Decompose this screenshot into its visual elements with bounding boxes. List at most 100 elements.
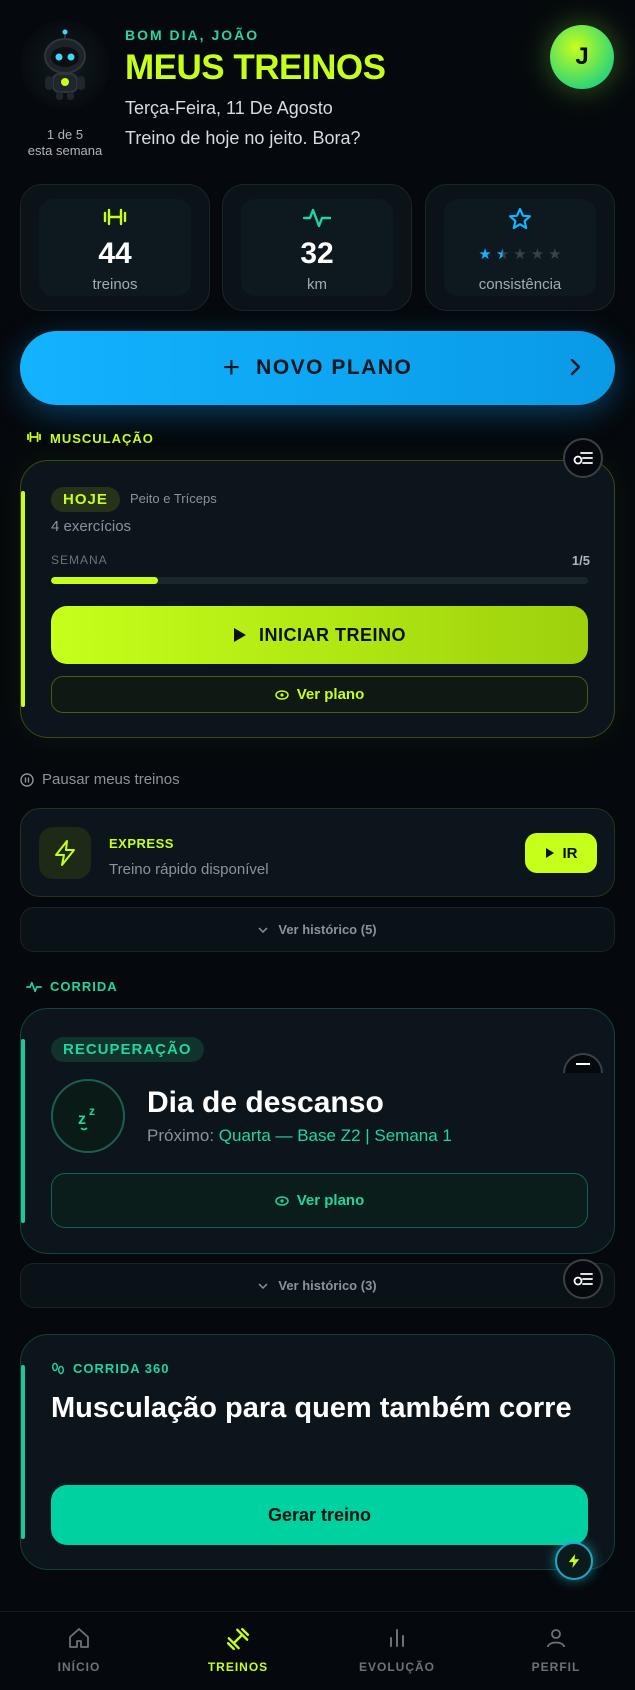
stat-value: 32 [300, 237, 334, 270]
reorder-button[interactable] [563, 438, 603, 478]
generate-workout-button[interactable]: Gerar treino [51, 1485, 588, 1545]
express-title: EXPRESS [109, 836, 174, 851]
dumbbell-icon [21, 207, 209, 229]
nav-item-inicio[interactable]: INÍCIO [19, 1626, 139, 1674]
express-subtitle: Treino rápido disponível [109, 861, 269, 878]
exercise-count: 4 exercícios [51, 518, 132, 535]
nav-item-perfil[interactable]: PERFIL [496, 1626, 616, 1674]
nav-item-treinos[interactable]: TREINOS [178, 1626, 298, 1674]
svg-text:z: z [78, 1111, 86, 1128]
corrida360-tag-label: CORRIDA 360 [73, 1361, 170, 1376]
consistency-rating: ★ ★ ★ ★ ★ [426, 245, 614, 263]
section-label: MUSCULAÇÃO [50, 431, 154, 446]
minus-icon [575, 1062, 591, 1066]
express-go-button[interactable]: IR [525, 833, 597, 873]
play-icon [545, 847, 555, 859]
week-label: SEMANA [51, 553, 108, 567]
plus-icon: + [222, 351, 241, 384]
user-avatar[interactable]: J [550, 25, 614, 89]
weekly-count-value: 1 de 5 [46, 127, 84, 142]
history-musculacao-button[interactable]: Ver histórico (5) [20, 907, 615, 952]
corrida360-card: CORRIDA 360 Musculação para quem também … [20, 1334, 615, 1570]
mascot-avatar [20, 20, 110, 110]
rest-day-title: Dia de descanso [147, 1086, 384, 1119]
next-value: Quarta — Base Z2 | Semana 1 [218, 1126, 452, 1145]
section-header-corrida: CORRIDA [26, 979, 118, 994]
workout-name: Peito e Tríceps [130, 491, 217, 506]
pause-icon [20, 772, 34, 787]
recovery-badge: RECUPERAÇÃO [51, 1037, 204, 1062]
bottom-navigation: INÍCIO TREINOS EVOLUÇÃO PERFIL [0, 1611, 635, 1690]
star-full-icon: ★ [478, 246, 492, 263]
eye-icon [274, 1195, 289, 1206]
dumbbell-icon [26, 431, 42, 446]
current-date: Terça-Feira, 11 De Agosto [125, 98, 333, 118]
pause-label: Pausar meus treinos [42, 771, 180, 788]
page-title: MEUS TREINOS [125, 48, 386, 87]
view-plan-button[interactable]: Ver plano [51, 1173, 588, 1228]
tagline: Treino de hoje no jeito. Bora? [125, 128, 361, 148]
activity-icon [26, 981, 42, 993]
star-icon [426, 207, 614, 230]
star-half-icon: ★ [495, 246, 510, 263]
stat-card-distance: 32 km [222, 184, 412, 311]
express-card: EXPRESS Treino rápido disponível IR [20, 808, 615, 897]
svg-text:z: z [89, 1104, 95, 1118]
next-workout: Próximo: Quarta — Base Z2 | Semana 1 [147, 1126, 452, 1146]
start-workout-button[interactable]: INICIAR TREINO [51, 606, 588, 664]
section-header-musculacao: MUSCULAÇÃO [26, 431, 154, 446]
chevron-right-icon [569, 355, 583, 384]
collapse-button[interactable] [563, 1053, 603, 1073]
next-prefix: Próximo: [147, 1126, 219, 1145]
express-go-label: IR [562, 844, 578, 862]
chevron-down-icon [258, 1282, 268, 1290]
user-icon [496, 1626, 616, 1652]
week-progress-text: 1/5 [571, 553, 590, 568]
week-progress-bar [51, 577, 588, 584]
today-badge: HOJE [51, 487, 120, 512]
corrida360-title: Musculação para quem também corre [51, 1392, 572, 1424]
lightning-icon [567, 1552, 581, 1570]
star-empty-icon: ★ [530, 246, 545, 263]
robot-mascot-icon [44, 29, 86, 100]
pause-workouts-link[interactable]: Pausar meus treinos [20, 771, 180, 788]
corrida360-tag: CORRIDA 360 [51, 1361, 169, 1376]
quick-action-button[interactable] [555, 1542, 593, 1580]
view-plan-button[interactable]: Ver plano [51, 676, 588, 713]
eye-icon [274, 689, 289, 700]
nav-label: EVOLUÇÃO [358, 1660, 435, 1674]
play-icon [233, 627, 247, 643]
weekly-count: 1 de 5 esta semana [20, 127, 110, 159]
lightning-icon [39, 827, 91, 879]
reorder-button[interactable] [563, 1259, 603, 1299]
weekly-count-label: esta semana [27, 143, 103, 158]
chevron-down-icon [258, 926, 268, 934]
nav-label: PERFIL [531, 1660, 581, 1674]
stat-label: treinos [92, 276, 138, 293]
bar-chart-icon [337, 1626, 457, 1652]
new-plan-button[interactable]: + NOVO PLANO [20, 331, 615, 405]
home-icon [19, 1626, 139, 1652]
nav-label: TREINOS [207, 1660, 269, 1674]
start-workout-label: INICIAR TREINO [258, 624, 406, 645]
history-corrida-button[interactable]: Ver histórico (3) [20, 1263, 615, 1308]
history-label: Ver histórico (5) [278, 922, 377, 937]
section-label: CORRIDA [50, 979, 118, 994]
new-plan-label: NOVO PLANO [256, 356, 413, 379]
star-empty-icon: ★ [513, 246, 527, 263]
progress-fill [51, 577, 159, 584]
footprints-icon [51, 1362, 65, 1376]
nav-item-evolucao[interactable]: EVOLUÇÃO [337, 1626, 457, 1674]
stat-label: consistência [478, 276, 562, 293]
stat-card-consistency: ★ ★ ★ ★ ★ consistência [425, 184, 615, 311]
list-filter-icon [573, 450, 593, 466]
corrida-card: RECUPERAÇÃO zz Dia de descanso Próximo: … [20, 1008, 615, 1254]
star-empty-icon: ★ [548, 246, 562, 263]
activity-icon [223, 207, 411, 229]
sleep-icon: zz [51, 1079, 125, 1153]
nav-label: INÍCIO [57, 1660, 101, 1674]
greeting: BOM DIA, JOÃO [125, 27, 260, 43]
stat-label: km [307, 276, 327, 293]
stat-value: 44 [98, 237, 132, 270]
view-plan-label: Ver plano [296, 1192, 365, 1209]
